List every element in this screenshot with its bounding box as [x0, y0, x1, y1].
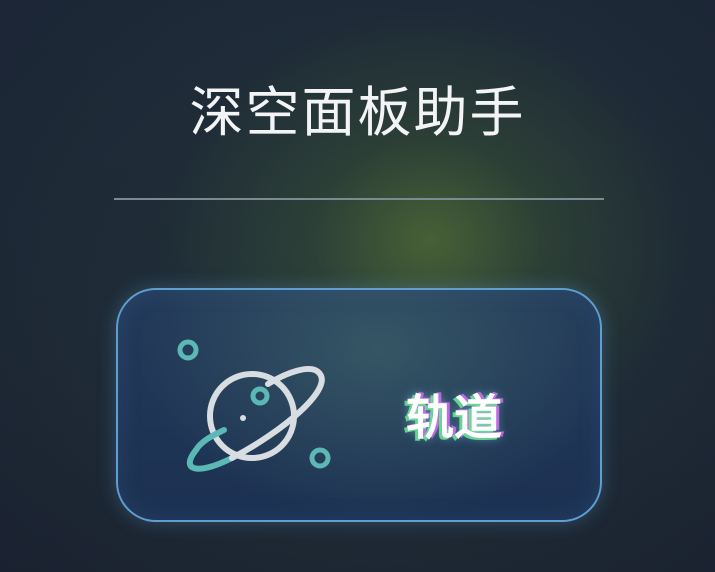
title-divider: [114, 198, 604, 200]
planet-icon: [177, 339, 331, 472]
orbit-button[interactable]: 轨道: [116, 288, 602, 522]
orbit-label-wrap: 轨道: [406, 378, 526, 446]
orbit-label: 轨道: [406, 390, 503, 446]
page-title: 深空面板助手: [189, 81, 526, 144]
